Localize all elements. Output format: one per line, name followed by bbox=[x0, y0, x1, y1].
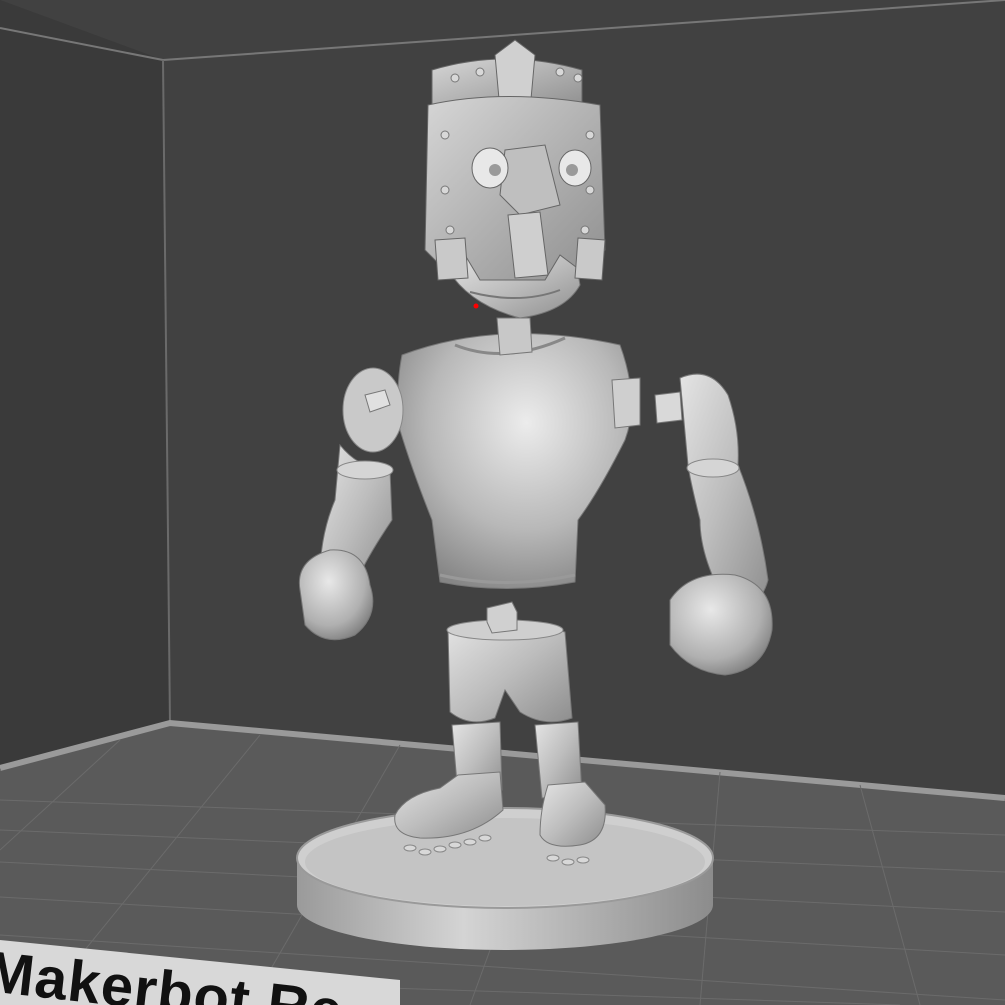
3d-viewport[interactable]: Makerbot Re bbox=[0, 0, 1005, 1005]
neck-peg bbox=[496, 317, 533, 356]
left-wall bbox=[0, 0, 170, 770]
scene-canvas[interactable] bbox=[0, 0, 1005, 1005]
round-base[interactable] bbox=[296, 807, 714, 950]
error-marker bbox=[473, 303, 479, 309]
helmet-head[interactable] bbox=[424, 39, 606, 319]
waist-peg bbox=[486, 601, 518, 634]
